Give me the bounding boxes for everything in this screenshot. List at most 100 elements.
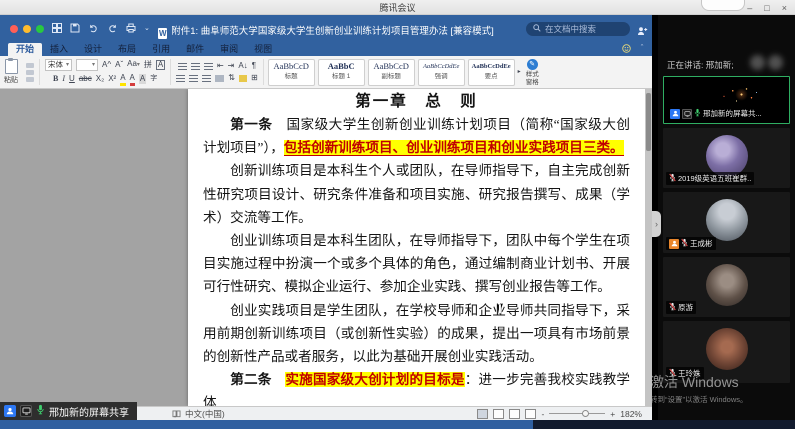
- tab-layout[interactable]: 布局: [110, 43, 144, 56]
- styles-more-icon[interactable]: ▸: [518, 67, 521, 77]
- word-window: ⌄ W 附件1: 曲阜师范大学国家级大学生创新创业训练计划项目管理办法 [兼容模式…: [0, 15, 652, 420]
- font-name-select[interactable]: 宋体 ▾: [45, 58, 73, 71]
- zoom-level[interactable]: 182%: [620, 409, 642, 419]
- search-input[interactable]: 在文档中搜索: [526, 22, 630, 36]
- participant-tile[interactable]: 原游: [663, 257, 790, 317]
- sort-button[interactable]: A↓: [238, 61, 247, 71]
- enclose-characters-button[interactable]: 字: [150, 74, 157, 84]
- styles-pane-icon: ✎: [526, 58, 538, 70]
- speaking-indicator: 正在讲话: 邢加新;: [667, 60, 734, 70]
- zoom-slider[interactable]: [549, 410, 606, 417]
- justify-button[interactable]: [215, 74, 225, 82]
- align-right-button[interactable]: [202, 74, 212, 82]
- document-page[interactable]: 第一章 总 则 第一条 国家级大学生创新创业训练计划项目（简称“国家级大创计划项…: [188, 89, 645, 406]
- zoom-in-button[interactable]: +: [610, 409, 615, 419]
- print-layout-icon[interactable]: [493, 408, 505, 419]
- sharer-avatar-icon: [4, 405, 16, 417]
- os-titlebar: 腾讯会议 – □ ×: [0, 0, 795, 15]
- os-window-title: 腾讯会议: [379, 3, 416, 13]
- feedback-smiley-icon[interactable]: [622, 44, 631, 55]
- font-size-select[interactable]: ▾: [76, 58, 99, 71]
- tab-home[interactable]: 开始: [8, 43, 43, 56]
- participant-tile[interactable]: 2019级英语五班崔群..: [663, 128, 790, 188]
- styles-pane-button[interactable]: ✎ 样式 窗格: [524, 58, 541, 86]
- word-titlebar: ⌄ W 附件1: 曲阜师范大学国家级大学生创新创业训练计划项目管理办法 [兼容模式…: [0, 15, 652, 43]
- zoom-out-button[interactable]: -: [541, 409, 544, 419]
- multilevel-list-button[interactable]: [203, 62, 213, 70]
- character-shading-button[interactable]: A: [138, 74, 147, 84]
- participant-name: 王玲姝: [678, 369, 701, 378]
- paragraph-entrepreneurship-training: 创业训练项目是本科生团队，在导师指导下，团队中每个学生在项目实施过程中扮演一个或…: [203, 233, 630, 295]
- strikethrough-button[interactable]: abc: [79, 74, 92, 84]
- outline-view-icon[interactable]: [525, 408, 537, 419]
- clipboard-icon: [4, 58, 18, 74]
- tab-view[interactable]: 视图: [246, 43, 280, 56]
- taskbar: [0, 420, 795, 429]
- screen-share-icon: [682, 108, 692, 119]
- tab-design[interactable]: 设计: [76, 43, 110, 56]
- add-people-icon[interactable]: [637, 23, 648, 41]
- bold-button[interactable]: B: [53, 74, 58, 84]
- character-border-button[interactable]: A: [155, 59, 166, 70]
- participant-tile[interactable]: 王玲姝: [663, 321, 790, 383]
- align-left-button[interactable]: [176, 74, 186, 82]
- close-button[interactable]: ×: [782, 3, 787, 13]
- decrease-indent-button[interactable]: ⇤: [217, 61, 224, 71]
- italic-button[interactable]: I: [62, 74, 65, 84]
- language-status[interactable]: 中文(中国): [172, 408, 225, 420]
- participant-name: 王成彬: [690, 239, 713, 248]
- web-layout-icon[interactable]: [509, 408, 521, 419]
- read-mode-icon[interactable]: [477, 408, 489, 419]
- numbering-button[interactable]: [190, 62, 200, 70]
- bullets-button[interactable]: [177, 62, 187, 70]
- borders-button[interactable]: ⊞: [251, 73, 258, 83]
- mic-muted-icon: [669, 368, 676, 379]
- style-card-subtitle[interactable]: AaBbCcD 副标题: [367, 58, 415, 86]
- participant-tile[interactable]: 王成彬: [663, 192, 790, 253]
- show-marks-button[interactable]: ¶: [252, 61, 256, 71]
- avatar: [705, 264, 748, 306]
- sidebar-collapse-handle[interactable]: ›: [652, 211, 661, 237]
- phonetic-guide-button[interactable]: 拼: [144, 60, 152, 70]
- increase-indent-button[interactable]: ⇥: [228, 61, 235, 71]
- scrollbar-thumb[interactable]: [646, 93, 651, 151]
- tab-review[interactable]: 审阅: [212, 43, 246, 56]
- tab-insert[interactable]: 插入: [42, 43, 76, 56]
- font-color-button[interactable]: A: [129, 73, 135, 86]
- participants-sidebar: › 正在讲话: 邢加新; 邢加新的屏幕共... 2019级英语五班崔群.. 王成…: [652, 15, 795, 420]
- line-spacing-button[interactable]: ⇅: [228, 73, 235, 83]
- grow-font-button[interactable]: A^: [102, 60, 111, 70]
- shrink-font-button[interactable]: Aˇ: [115, 60, 123, 70]
- minimize-button[interactable]: –: [747, 3, 752, 13]
- ribbon: 粘贴 宋体 ▾ ▾ A^ Aˇ Aa▾ 拼 A B I U abc X₂ X² …: [0, 56, 652, 89]
- style-card-title[interactable]: AaBbCcD 标题: [267, 58, 315, 86]
- paste-button[interactable]: 粘贴: [0, 56, 22, 88]
- superscript-button[interactable]: X²: [108, 74, 116, 84]
- shading-button[interactable]: [238, 74, 247, 82]
- style-card-strong[interactable]: AaBbCcDdEe 要点: [467, 58, 515, 86]
- mic-muted-icon: [669, 173, 676, 184]
- paragraph-article1: 第一条 国家级大学生创新创业训练计划项目（简称“国家级大创计划项目”），包括创新…: [203, 117, 630, 157]
- styles-gallery: AaBbCcD 标题 AaBbC 标题 1 AaBbCcD 副标题 AaBbCc…: [265, 56, 544, 88]
- align-center-button[interactable]: [189, 74, 199, 82]
- chapter-heading: 第一章 总 则: [355, 93, 478, 110]
- change-case-button[interactable]: Aa▾: [127, 59, 140, 70]
- maximize-button[interactable]: □: [764, 3, 769, 13]
- zoom-slider-knob[interactable]: [582, 410, 590, 417]
- watermark-blur: [750, 55, 765, 70]
- style-card-emphasis[interactable]: AaBbCcDdEe 强调: [417, 58, 465, 86]
- tab-references[interactable]: 引用: [144, 43, 178, 56]
- clipboard-mini-buttons[interactable]: [22, 56, 38, 88]
- paragraph-article2: 第二条 实施国家级大创计划的目标是：进一步完善我校实践教学体: [203, 372, 631, 406]
- vertical-scrollbar[interactable]: [645, 89, 652, 406]
- subscript-button[interactable]: X₂: [96, 74, 104, 84]
- style-card-heading1[interactable]: AaBbC 标题 1: [317, 58, 365, 86]
- avatar: [705, 199, 748, 241]
- underline-button[interactable]: U: [69, 74, 75, 84]
- tab-mailings[interactable]: 邮件: [178, 43, 212, 56]
- mic-muted-icon: [669, 302, 676, 313]
- participant-tile-sharer[interactable]: 邢加新的屏幕共...: [663, 76, 790, 124]
- text-highlight-button[interactable]: A: [120, 73, 126, 86]
- collapse-ribbon-icon[interactable]: ＾: [638, 44, 646, 55]
- paragraph-entrepreneurship-practice: 创业实践项目是学生团队，在学校导师和企业导师共同指导下，采用前期创新训练项目（或…: [203, 302, 630, 365]
